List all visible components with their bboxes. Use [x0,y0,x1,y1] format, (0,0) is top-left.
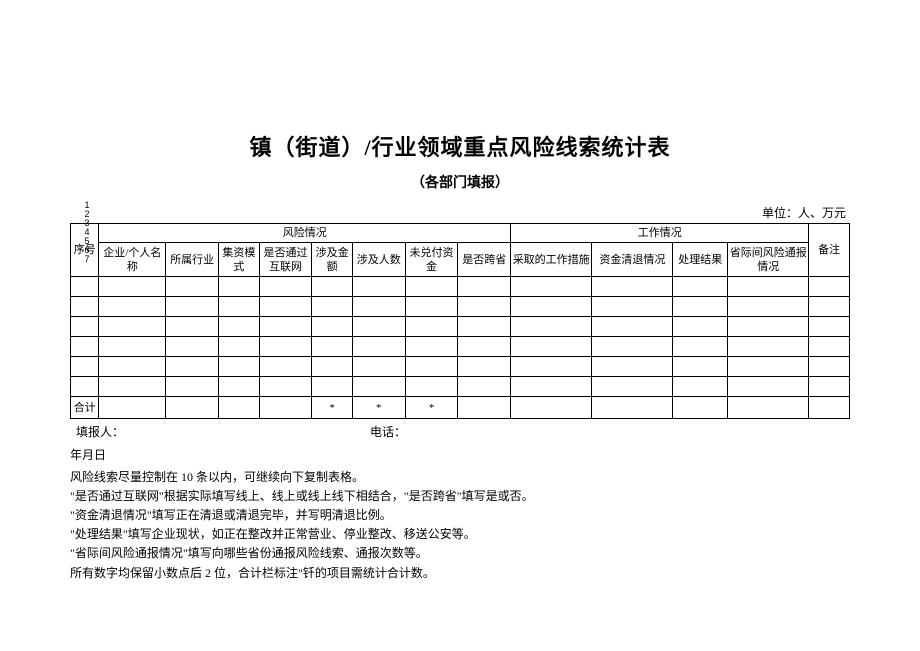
table-header-group-row: 序号 风险情况 工作情况 备注 [71,224,850,243]
notes-block: 风险线索尽量控制在 10 条以内，可继续向下复制表格。 "是否通过互联网"根据实… [70,468,850,583]
note-line: 所有数字均保留小数点后 2 位，合计栏标注"钎的项目需统计合计数。 [70,564,850,583]
table-row [71,297,850,317]
col-industry: 所属行业 [166,243,219,277]
col-result: 处理结果 [673,243,728,277]
col-amount: 涉及金额 [312,243,353,277]
col-cross: 是否跨省 [458,243,511,277]
table-row [71,377,850,397]
footer-line: 填报人： 电话： [70,423,850,442]
col-name: 企业/个人名称 [99,243,166,277]
unit-label: 单位：人、万元 [70,204,850,221]
col-internet: 是否通过互联网 [259,243,312,277]
note-line: "省际间风险通报情况"填写向哪些省份通报风险线索、通报次数等。 [70,544,850,563]
page-title: 镇（街道）/行业领域重点风险线索统计表 [70,130,850,162]
vertical-code: 1234567 [82,200,92,263]
total-star: * [312,397,353,419]
note-line: 风险线索尽量控制在 10 条以内，可继续向下复制表格。 [70,468,850,487]
col-inter-prov: 省际间风险通报情况 [728,243,809,277]
total-label: 合计 [71,397,99,419]
note-line: "处理结果"填写企业现状，如正在整改并正常营业、停业整改、移送公安等。 [70,525,850,544]
table-header-sub-row: 企业/个人名称 所属行业 集资模式 是否通过互联网 涉及金额 涉及人数 未兑付资… [71,243,850,277]
note-line: "资金清退情况"填写正在清退或清退完毕，并写明清退比例。 [70,506,850,525]
col-fund-clear: 资金清退情况 [592,243,673,277]
col-group-work: 工作情况 [511,224,809,243]
col-group-risk: 风险情况 [99,224,511,243]
date-label: 年月日 [70,446,850,465]
col-measures: 采取的工作措施 [511,243,592,277]
col-mode: 集资模式 [219,243,260,277]
col-remark: 备注 [809,224,850,277]
total-star: * [405,397,458,419]
table-total-row: 合计 * * * [71,397,850,419]
total-star: * [352,397,405,419]
table-row [71,337,850,357]
page-subtitle: （各部门填报） [70,172,850,192]
table-row [71,317,850,337]
reporter-label: 填报人： [76,425,124,439]
col-unpaid: 未兑付资金 [405,243,458,277]
col-people: 涉及人数 [352,243,405,277]
phone-label: 电话： [370,425,406,439]
risk-table: 序号 风险情况 工作情况 备注 企业/个人名称 所属行业 集资模式 是否通过互联… [70,223,850,419]
table-row [71,357,850,377]
note-line: "是否通过互联网"根据实际填写线上、线上或线上线下相结合，"是否跨省"填写是或否… [70,487,850,506]
table-row [71,277,850,297]
